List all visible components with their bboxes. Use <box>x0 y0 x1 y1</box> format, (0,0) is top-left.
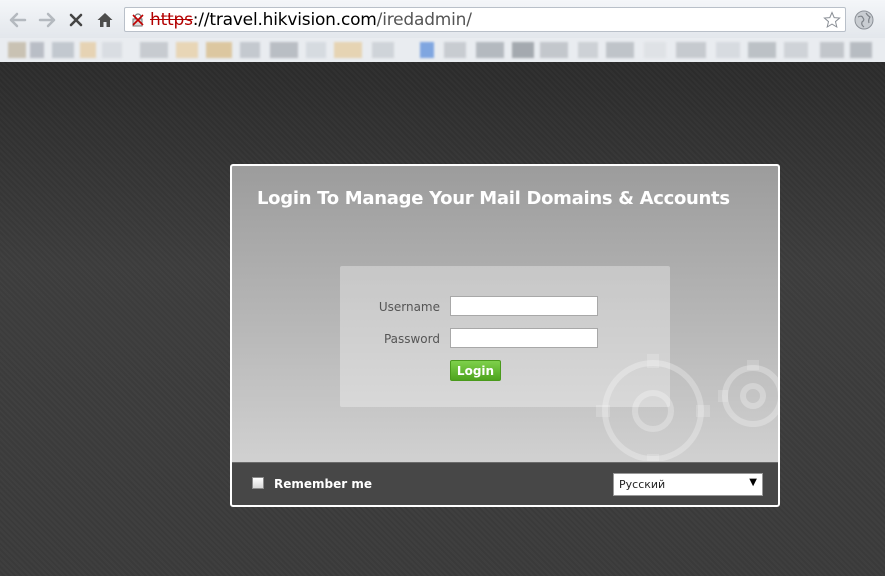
back-button[interactable] <box>7 9 29 31</box>
forward-arrow-icon <box>38 12 56 28</box>
url-text: https://travel.hikvision.com/iredadmin/ <box>150 10 472 30</box>
home-icon <box>97 13 113 27</box>
login-panel: Login To Manage Your Mail Domains & Acco… <box>230 164 780 507</box>
browser-toolbar: https://travel.hikvision.com/iredadmin/ <box>0 0 885 39</box>
back-arrow-icon <box>9 12 27 28</box>
login-title: Login To Manage Your Mail Domains & Acco… <box>257 188 730 209</box>
url-host: ://travel.hikvision.com <box>192 10 377 30</box>
address-bar[interactable]: https://travel.hikvision.com/iredadmin/ <box>124 7 846 32</box>
login-footer: Remember me Русский ▼ <box>232 462 778 505</box>
username-label: Username <box>378 300 440 314</box>
login-form: Username Password Login <box>340 266 670 407</box>
language-select[interactable]: Русский ▼ <box>613 473 763 496</box>
remember-me-label[interactable]: Remember me <box>274 477 372 491</box>
page-background: Login To Manage Your Mail Domains & Acco… <box>0 62 885 576</box>
password-input[interactable] <box>450 328 598 348</box>
stop-button[interactable] <box>65 9 87 31</box>
dropdown-arrow-icon: ▼ <box>749 477 757 488</box>
forward-button[interactable] <box>36 9 58 31</box>
url-scheme: https <box>150 10 193 30</box>
home-button[interactable] <box>94 9 116 31</box>
bookmarks-bar <box>0 38 885 62</box>
url-path: /iredadmin/ <box>376 10 472 30</box>
broken-lock-icon <box>132 13 144 27</box>
globe-icon[interactable] <box>853 9 875 31</box>
stop-icon <box>69 13 83 27</box>
star-icon[interactable] <box>823 11 841 29</box>
password-label: Password <box>383 332 440 346</box>
username-input[interactable] <box>450 296 598 316</box>
login-button[interactable]: Login <box>450 360 501 381</box>
obscured-bookmarks <box>0 38 885 62</box>
language-selected-value: Русский <box>619 478 666 491</box>
remember-me-checkbox[interactable] <box>252 477 264 489</box>
